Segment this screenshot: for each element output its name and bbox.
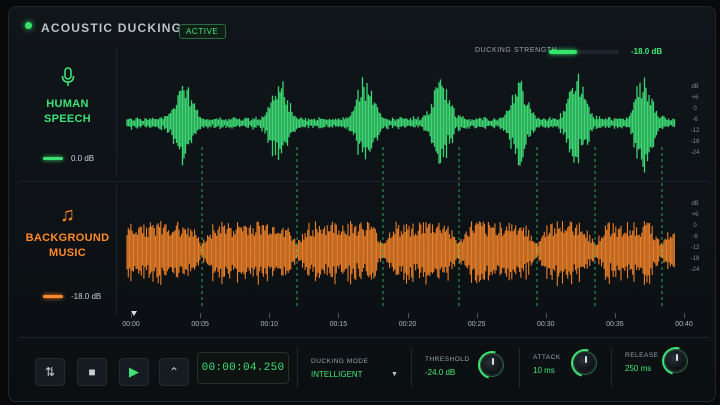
db-scale-label: -24: [690, 267, 700, 273]
waveform-area[interactable]: [119, 47, 679, 319]
app-window: ACOUSTIC DUCKING ACTIVE DUCKING STRENGTH…: [8, 6, 716, 402]
timecode-display: 00:00:04.250: [197, 352, 289, 384]
level-value: -18.0 dB: [71, 292, 102, 301]
app-title: ACOUSTIC DUCKING: [41, 21, 183, 35]
tick-label: 00:10: [260, 321, 279, 328]
tick-label: 00:30: [536, 321, 555, 328]
db-scale-label: +6: [691, 95, 699, 101]
track-level-music: -18.0 dB: [43, 292, 101, 301]
db-scale-label: 0: [693, 223, 697, 229]
tick-mark: [614, 313, 616, 318]
db-scale-label: -6: [692, 117, 698, 123]
db-scale-label: -6: [692, 234, 698, 240]
track-name-line: BACKGROUND: [25, 232, 110, 244]
threshold-value: -24.0 dB: [425, 368, 456, 377]
db-scale-label: -12: [690, 245, 700, 251]
track-name-line: SPEECH: [43, 113, 92, 125]
db-scale-label: +6: [691, 212, 699, 218]
release-label: RELEASE: [625, 352, 659, 359]
threshold-label: THRESHOLD: [425, 356, 470, 363]
tick-mark: [131, 313, 132, 318]
status-badge: ACTIVE: [179, 24, 226, 39]
track-name-music: BACKGROUND MUSIC: [19, 231, 116, 261]
db-scale-speech: dB +6 0 -6 -12 -18 -24: [681, 82, 709, 159]
db-scale-music: dB +6 0 -6 -12 -18 -24: [681, 199, 709, 276]
tick-label: 00:05: [191, 321, 209, 328]
header-bar: ACOUSTIC DUCKING ACTIVE: [9, 7, 715, 47]
tick-label: 00:35: [606, 321, 624, 328]
track-level-speech: 0.0 dB: [43, 154, 94, 163]
music-note-icon: ♫: [60, 204, 75, 226]
attack-knob[interactable]: [574, 352, 596, 374]
control-separator: [411, 348, 412, 388]
monitor-button[interactable]: ⌃: [159, 358, 189, 386]
release-value: 250 ms: [625, 364, 652, 373]
tick-label: 00:40: [675, 321, 693, 328]
db-scale-label: 0: [693, 106, 697, 112]
chevron-down-icon[interactable]: ▼: [391, 371, 398, 378]
tick-mark: [200, 313, 202, 318]
tick-mark: [684, 313, 685, 318]
track-panel-speech[interactable]: HUMAN SPEECH 0.0 dB: [19, 47, 117, 177]
play-button[interactable]: ▶: [119, 358, 149, 386]
threshold-knob[interactable]: [481, 354, 503, 376]
track-panel-music[interactable]: ♫ BACKGROUND MUSIC -18.0 dB: [19, 185, 117, 315]
level-line-icon: [43, 295, 63, 299]
db-scale-label: -18: [690, 256, 700, 262]
level-line-icon: [43, 157, 63, 161]
time-ruler[interactable]: 00:00 00:05 00:10 00:15 00:20 00:25 00:30 00:35…: [119, 311, 699, 335]
level-value: 0.0 dB: [71, 154, 95, 163]
attack-value: 10 ms: [533, 366, 555, 375]
tick-mark: [476, 313, 478, 318]
tick-mark: [407, 313, 409, 318]
db-scale-label: dB: [691, 84, 699, 90]
ducking-mode-label: DUCKING MODE: [311, 358, 369, 365]
speech-waveform: [126, 73, 676, 173]
track-name-line: MUSIC: [49, 247, 86, 259]
control-separator: [519, 348, 520, 388]
loop-button[interactable]: ⇅: [35, 358, 65, 386]
control-separator: [297, 348, 298, 388]
status-indicator-icon: [25, 22, 32, 29]
track-name-line: HUMAN: [46, 98, 89, 110]
db-scale-label: -18: [690, 139, 700, 145]
release-knob[interactable]: [665, 350, 687, 372]
waveform-canvas[interactable]: [119, 47, 679, 319]
tick-mark: [545, 313, 547, 318]
db-scale-label: dB: [691, 201, 699, 207]
tick-label: 00:15: [329, 321, 348, 328]
stop-button[interactable]: ■: [77, 358, 107, 386]
track-name-speech: HUMAN SPEECH: [19, 97, 116, 127]
ducking-mode-select[interactable]: INTELLIGENT: [311, 370, 363, 379]
control-separator: [611, 348, 612, 388]
music-waveform: [126, 221, 675, 287]
attack-label: ATTACK: [533, 354, 561, 361]
tick-mark: [338, 313, 340, 318]
transport-bar: ⇅ ■ ▶ ⌃ 00:00:04.250 DUCKING MODE INTELL…: [19, 337, 709, 395]
tick-label: 00:00: [122, 321, 140, 328]
tick-label: 00:20: [398, 321, 417, 328]
microphone-icon: [19, 67, 116, 91]
tick-mark: [269, 313, 271, 318]
db-scale-label: -12: [690, 128, 700, 134]
tick-label: 00:25: [467, 321, 486, 328]
db-scale-label: -24: [690, 150, 700, 156]
